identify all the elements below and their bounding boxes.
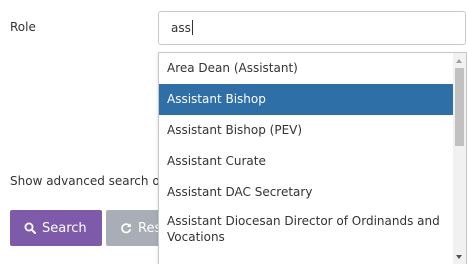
- search-icon: [24, 222, 36, 234]
- scroll-down-arrow-icon[interactable]: [456, 255, 462, 259]
- role-options-list: Area Dean (Assistant) Assistant Bishop A…: [159, 53, 454, 254]
- role-option[interactable]: Assistant Curate: [159, 146, 454, 177]
- show-advanced-search-link[interactable]: Show advanced search o: [10, 174, 160, 188]
- search-button[interactable]: Search: [10, 210, 102, 246]
- role-option[interactable]: Assistant Diocesan Director of Ordinands…: [159, 208, 454, 254]
- refresh-icon: [121, 223, 132, 234]
- role-input-value: ass: [171, 21, 191, 35]
- dropdown-scrollbar[interactable]: [453, 53, 466, 264]
- role-option[interactable]: Assistant Bishop (PEV): [159, 115, 454, 146]
- role-input[interactable]: ass: [158, 11, 466, 45]
- scrollbar-thumb[interactable]: [455, 68, 464, 146]
- role-label: Role: [10, 20, 36, 34]
- search-button-label: Search: [42, 220, 87, 236]
- role-option[interactable]: Area Dean (Assistant): [159, 53, 454, 84]
- role-option[interactable]: Assistant DAC Secretary: [159, 177, 454, 208]
- scroll-up-arrow-icon[interactable]: [456, 59, 462, 63]
- text-caret: [191, 20, 193, 35]
- role-option-selected[interactable]: Assistant Bishop: [159, 84, 454, 115]
- role-autocomplete-dropdown: Area Dean (Assistant) Assistant Bishop A…: [158, 52, 467, 264]
